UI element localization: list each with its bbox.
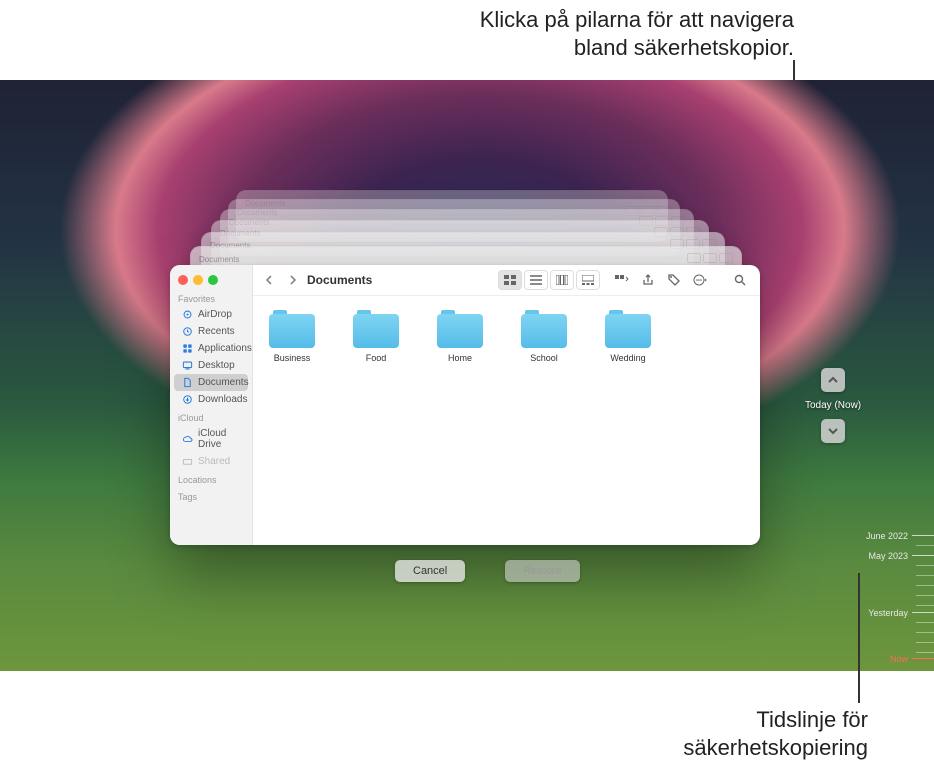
action-buttons: Cancel Restore: [395, 560, 580, 582]
callout-text: Klicka på pilarna för att navigera: [480, 6, 794, 34]
tag-icon: [668, 274, 680, 286]
callout-text: säkerhetskopiering: [683, 734, 868, 762]
sidebar-header-icloud: iCloud: [170, 408, 252, 425]
icon-view-button[interactable]: [498, 270, 522, 290]
back-button[interactable]: [261, 271, 279, 289]
toolbar-actions: [610, 270, 712, 290]
airdrop-icon: [182, 309, 193, 320]
backup-nav-arrows: Today (Now): [805, 368, 861, 443]
folder-item[interactable]: Home: [431, 310, 489, 363]
search-button[interactable]: [728, 270, 752, 290]
shared-icon: [182, 456, 193, 467]
folder-label: Food: [366, 353, 387, 363]
sidebar-item-label: Applications: [198, 343, 252, 354]
close-button[interactable]: [178, 275, 188, 285]
list-icon: [530, 275, 542, 285]
sidebar-item-label: Downloads: [198, 394, 247, 405]
callout-text: bland säkerhetskopior.: [480, 34, 794, 62]
sidebar-item-airdrop[interactable]: AirDrop: [174, 306, 248, 323]
sidebar-item-documents[interactable]: Documents: [174, 374, 248, 391]
folder-icon: [353, 310, 399, 348]
finder-sidebar: Favorites AirDrop Recents Applications D…: [170, 265, 253, 545]
timeline-label: Yesterday: [868, 608, 908, 618]
chevron-up-icon: [827, 374, 839, 386]
cloud-icon: [182, 434, 193, 445]
folder-icon: [521, 310, 567, 348]
list-view-button[interactable]: [524, 270, 548, 290]
folder-label: Wedding: [610, 353, 645, 363]
callout-text: Tidslinje för: [683, 706, 868, 734]
callout-leader-line: [858, 573, 860, 703]
sidebar-item-label: iCloud Drive: [198, 428, 240, 450]
sidebar-item-label: AirDrop: [198, 309, 232, 320]
share-button[interactable]: [636, 270, 660, 290]
timeline-label: June 2022: [866, 531, 908, 541]
folder-icon: [437, 310, 483, 348]
chevron-down-icon: [827, 425, 839, 437]
folder-item[interactable]: Business: [263, 310, 321, 363]
sidebar-item-recents[interactable]: Recents: [174, 323, 248, 340]
folder-label: Home: [448, 353, 472, 363]
sidebar-item-label: Shared: [198, 456, 230, 467]
finder-main: Documents Business Food Ho: [253, 265, 760, 545]
sidebar-item-label: Recents: [198, 326, 235, 337]
chevron-right-icon: [287, 275, 297, 285]
sidebar-item-label: Documents: [198, 377, 249, 388]
tag-button[interactable]: [662, 270, 686, 290]
timeline-label-now: Now: [890, 654, 908, 664]
forward-button[interactable]: [283, 271, 301, 289]
finder-toolbar: Documents: [253, 265, 760, 296]
sidebar-item-icloud-drive[interactable]: iCloud Drive: [174, 425, 248, 453]
sidebar-item-shared[interactable]: Shared: [174, 453, 248, 470]
sidebar-header-favorites: Favorites: [170, 289, 252, 306]
document-icon: [182, 377, 193, 388]
share-icon: [642, 274, 654, 286]
grid-icon: [504, 275, 516, 285]
folder-item[interactable]: Food: [347, 310, 405, 363]
restore-button[interactable]: Restore: [505, 560, 580, 582]
sidebar-item-desktop[interactable]: Desktop: [174, 357, 248, 374]
callout-arrows: Klicka på pilarna för att navigera bland…: [480, 6, 794, 61]
sidebar-item-downloads[interactable]: Downloads: [174, 391, 248, 408]
chevron-left-icon: [265, 275, 275, 285]
column-view-button[interactable]: [550, 270, 574, 290]
apps-icon: [182, 343, 193, 354]
sidebar-header-locations: Locations: [170, 470, 252, 487]
timeline-label: May 2023: [868, 551, 908, 561]
sidebar-header-tags: Tags: [170, 487, 252, 504]
download-icon: [182, 394, 193, 405]
gallery-icon: [582, 275, 594, 285]
current-backup-label: Today (Now): [805, 400, 861, 411]
window-title: Documents: [307, 273, 372, 287]
folder-label: Business: [274, 353, 311, 363]
search-icon: [734, 274, 746, 286]
zoom-button[interactable]: [208, 275, 218, 285]
gallery-view-button[interactable]: [576, 270, 600, 290]
columns-icon: [556, 275, 568, 285]
backup-timeline[interactable]: June 2022 May 2023 Yesterday Now: [862, 380, 934, 670]
next-backup-button[interactable]: [821, 419, 845, 443]
ellipsis-circle-icon: [693, 274, 707, 286]
callout-timeline: Tidslinje för säkerhetskopiering: [683, 706, 868, 761]
cancel-button[interactable]: Cancel: [395, 560, 465, 582]
folder-item[interactable]: Wedding: [599, 310, 657, 363]
clock-icon: [182, 326, 193, 337]
desktop-icon: [182, 360, 193, 371]
folder-grid: Business Food Home School Wedding: [253, 296, 760, 545]
folder-icon: [605, 310, 651, 348]
sidebar-item-label: Desktop: [198, 360, 235, 371]
group-button[interactable]: [610, 270, 634, 290]
sidebar-item-applications[interactable]: Applications: [174, 340, 248, 357]
minimize-button[interactable]: [193, 275, 203, 285]
finder-window: Favorites AirDrop Recents Applications D…: [170, 265, 760, 545]
action-button[interactable]: [688, 270, 712, 290]
previous-backup-button[interactable]: [821, 368, 845, 392]
folder-icon: [269, 310, 315, 348]
window-controls: [170, 269, 252, 289]
folder-item[interactable]: School: [515, 310, 573, 363]
folder-label: School: [530, 353, 558, 363]
view-mode-group: [498, 270, 600, 290]
group-icon: [615, 275, 629, 285]
